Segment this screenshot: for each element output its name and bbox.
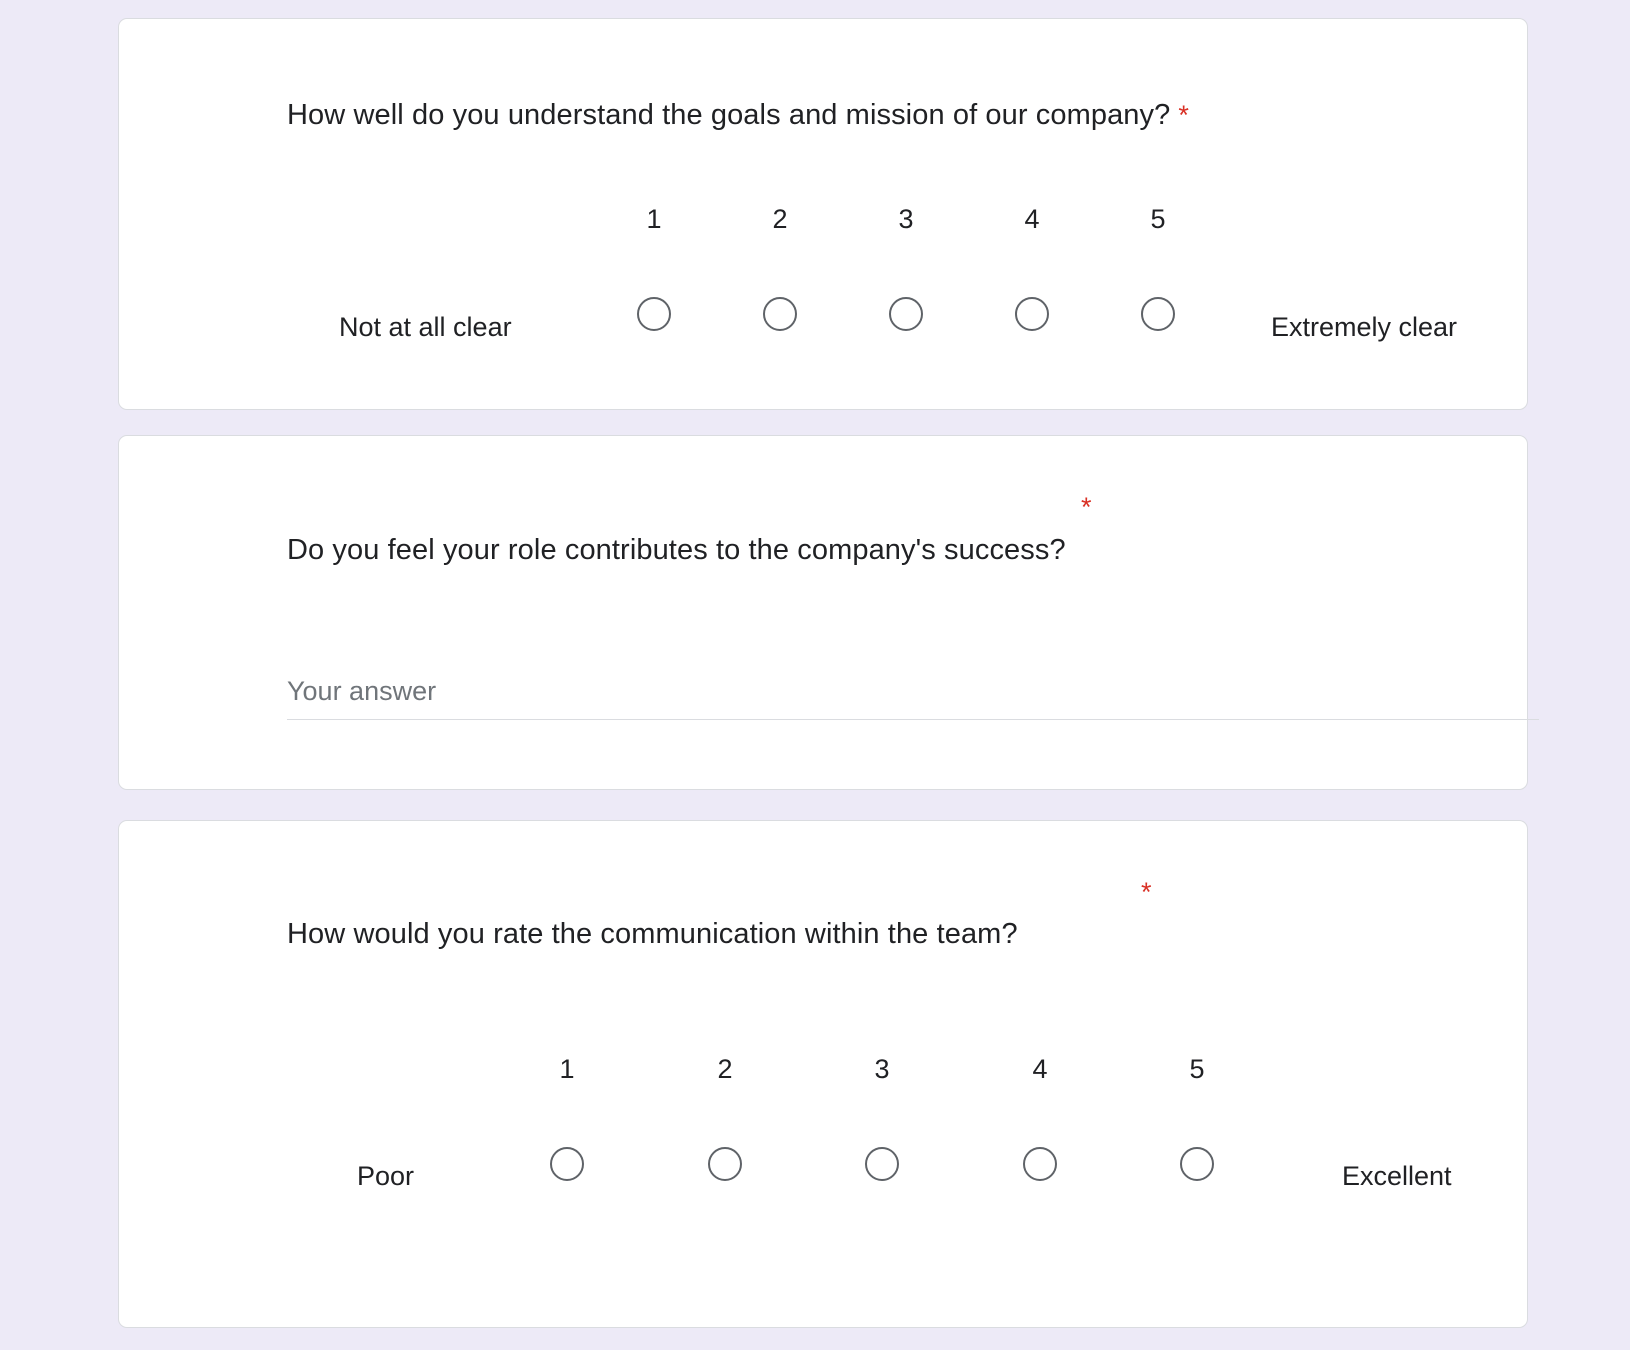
question-title-goals-mission: How well do you understand the goals and… [287, 97, 1189, 133]
scale-number-2: 2 [760, 204, 800, 235]
required-asterisk-icon: * [1141, 879, 1152, 906]
scale-number-1: 1 [634, 204, 674, 235]
scale-radio-3[interactable] [865, 1147, 899, 1181]
question-title-role-contribution: Do you feel your role contributes to the… [287, 532, 1066, 568]
scale-number-3: 3 [886, 204, 926, 235]
question-card-team-communication: * How would you rate the communication w… [118, 820, 1528, 1328]
scale-number-3: 3 [862, 1054, 902, 1085]
scale-high-label: Excellent [1342, 1161, 1452, 1192]
scale-radio-1[interactable] [550, 1147, 584, 1181]
scale-low-label: Not at all clear [339, 312, 512, 343]
scale-radio-1[interactable] [637, 297, 671, 331]
question-title-team-communication: How would you rate the communication wit… [287, 916, 1018, 952]
scale-radio-4[interactable] [1015, 297, 1049, 331]
scale-number-5: 5 [1138, 204, 1178, 235]
scale-number-4: 4 [1012, 204, 1052, 235]
scale-number-1: 1 [547, 1054, 587, 1085]
question-title-text: How well do you understand the goals and… [287, 99, 1170, 131]
question-card-goals-mission: How well do you understand the goals and… [118, 18, 1528, 410]
scale-radio-5[interactable] [1141, 297, 1175, 331]
short-answer-placeholder: Your answer [287, 676, 1539, 719]
scale-high-label: Extremely clear [1271, 312, 1457, 343]
scale-radio-2[interactable] [763, 297, 797, 331]
short-answer-field[interactable]: Your answer [287, 676, 1539, 720]
short-answer-underline [287, 719, 1539, 720]
question-card-role-contribution: * Do you feel your role contributes to t… [118, 435, 1528, 790]
scale-low-label: Poor [357, 1161, 414, 1192]
scale-radio-5[interactable] [1180, 1147, 1214, 1181]
scale-number-5: 5 [1177, 1054, 1217, 1085]
scale-number-2: 2 [705, 1054, 745, 1085]
scale-radio-2[interactable] [708, 1147, 742, 1181]
scale-radio-3[interactable] [889, 297, 923, 331]
scale-number-4: 4 [1020, 1054, 1060, 1085]
scale-radio-4[interactable] [1023, 1147, 1057, 1181]
required-asterisk-icon: * [1178, 100, 1189, 130]
required-asterisk-icon: * [1081, 494, 1092, 521]
